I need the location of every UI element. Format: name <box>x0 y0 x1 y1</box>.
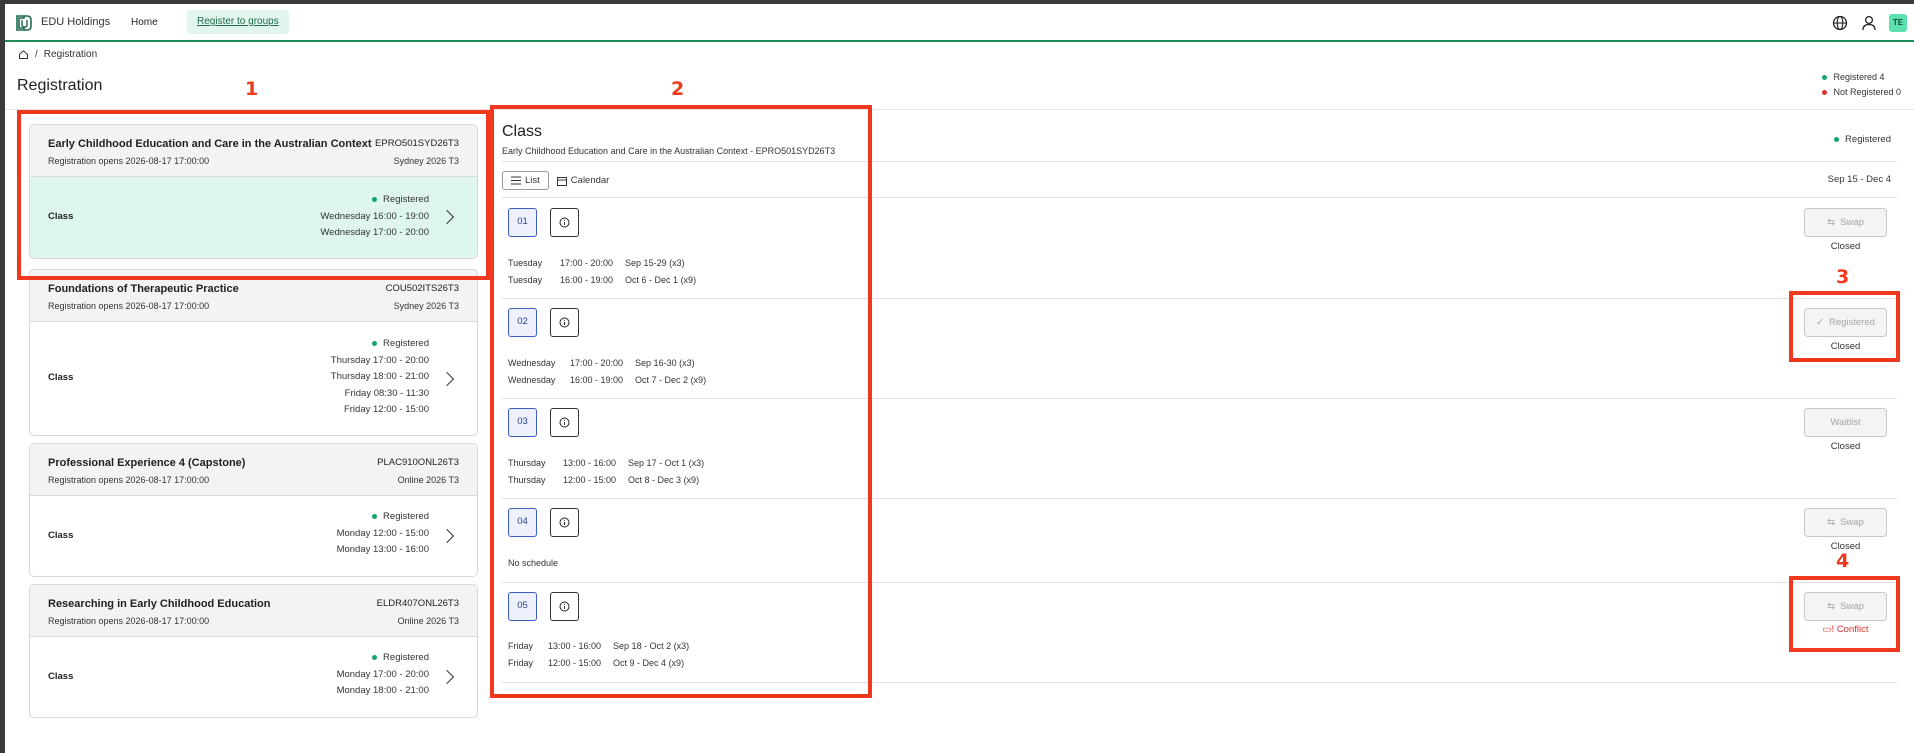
chevron-right-icon[interactable] <box>439 371 455 387</box>
status-dot <box>1822 74 1828 80</box>
status-dot <box>372 514 378 519</box>
class-time: Thursday 18:00 - 21:00 <box>330 371 429 382</box>
breadcrumb-separator: / <box>35 49 38 60</box>
course-card: Professional Experience 4 (Capstone) PLA… <box>29 443 478 577</box>
annotation-box-1 <box>17 110 490 280</box>
brand-name[interactable]: EDU Holdings <box>41 16 110 28</box>
registration-opens: Registration opens 2026-08-17 17:00:00 <box>48 475 210 485</box>
breadcrumb-current: Registration <box>43 49 98 60</box>
swap-icon: ⇆ <box>1827 517 1836 528</box>
class-row[interactable]: Class Registered Monday 17:00 - 20:00 Mo… <box>30 637 477 717</box>
waitlist-button[interactable]: Waitlist <box>1804 408 1887 437</box>
registration-opens: Registration opens 2026-08-17 17:00:00 <box>48 616 210 626</box>
status-dot <box>372 655 378 660</box>
course-term: Sydney 2026 T3 <box>393 301 459 311</box>
course-code: COU502ITS26T3 <box>385 283 459 294</box>
annotation-box-2 <box>490 105 872 698</box>
avatar[interactable]: TE <box>1889 14 1907 32</box>
breadcrumb: / Registration <box>18 49 97 60</box>
course-card-header: Professional Experience 4 (Capstone) PLA… <box>30 444 477 496</box>
registration-opens: Registration opens 2026-08-17 17:00:00 <box>48 301 210 311</box>
group-status-note: Closed <box>1830 241 1861 252</box>
course-term: Online 2026 T3 <box>397 475 459 485</box>
summary-not-registered: Not Registered 0 <box>1822 87 1901 97</box>
annotation-box-4 <box>1789 576 1900 652</box>
swap-button[interactable]: ⇆ Swap <box>1804 508 1887 537</box>
globe-icon[interactable] <box>1831 14 1849 32</box>
class-row[interactable]: Class Registered Thursday 17:00 - 20:00 … <box>30 322 477 435</box>
class-label: Class <box>48 530 74 541</box>
swap-icon: ⇆ <box>1827 217 1836 228</box>
class-panel-status: Registered <box>1834 134 1891 145</box>
class-time: Thursday 17:00 - 20:00 <box>330 354 429 366</box>
course-code: PLAC910ONL26T3 <box>377 457 459 468</box>
course-term: Online 2026 T3 <box>397 616 459 626</box>
annotation-box-3 <box>1789 291 1900 362</box>
status-dot <box>1822 89 1828 95</box>
class-status: Registered Monday 17:00 - 20:00 Monday 1… <box>337 650 429 700</box>
course-card-header: Researching in Early Childhood Education… <box>30 585 477 637</box>
annotation-number: 1 <box>245 78 259 100</box>
course-code: ELDR407ONL26T3 <box>376 598 459 609</box>
class-row[interactable]: Class Registered Monday 12:00 - 15:00 Mo… <box>30 496 477 576</box>
class-status: Registered Monday 12:00 - 15:00 Monday 1… <box>337 509 429 559</box>
status-text: Registered <box>383 511 429 522</box>
home-icon[interactable] <box>18 49 29 60</box>
top-nav-bar: EDU Holdings Home Register to groups TE <box>5 4 1914 42</box>
nav-register-link[interactable]: Register to groups <box>187 10 289 34</box>
chevron-right-icon[interactable] <box>439 528 455 544</box>
annotation-number: 2 <box>671 78 685 100</box>
registration-summary: Registered 4 Not Registered 0 <box>1822 72 1901 102</box>
group-status-note: Closed <box>1830 441 1861 452</box>
status-text: Registered <box>383 652 429 663</box>
user-icon[interactable] <box>1860 14 1878 32</box>
date-range: Sep 15 - Dec 4 <box>1827 174 1891 185</box>
course-name: Professional Experience 4 (Capstone) <box>48 457 246 469</box>
status-text: Registered <box>383 338 429 349</box>
class-status: Registered Thursday 17:00 - 20:00 Thursd… <box>331 336 429 419</box>
nav-home-link[interactable]: Home <box>131 17 158 28</box>
logo-icon[interactable] <box>14 13 34 33</box>
class-label: Class <box>48 372 74 383</box>
course-card: Foundations of Therapeutic Practice COU5… <box>29 269 478 436</box>
class-time: Friday 12:00 - 15:00 <box>343 404 429 415</box>
class-time: Monday 12:00 - 15:00 <box>336 527 429 539</box>
page-title: Registration <box>17 77 103 94</box>
status-dot <box>1834 137 1840 142</box>
course-name: Foundations of Therapeutic Practice <box>48 283 239 295</box>
class-time: Friday 08:30 - 11:30 <box>344 387 429 399</box>
annotation-number: 3 <box>1836 266 1850 288</box>
chevron-right-icon[interactable] <box>439 669 455 685</box>
class-label: Class <box>48 671 74 682</box>
app-window: EDU Holdings Home Register to groups TE … <box>5 4 1914 753</box>
summary-registered: Registered 4 <box>1822 72 1901 82</box>
class-time: Monday 18:00 - 21:00 <box>336 685 429 696</box>
course-card: Researching in Early Childhood Education… <box>29 584 478 718</box>
class-time: Monday 13:00 - 16:00 <box>336 544 429 555</box>
class-time: Monday 17:00 - 20:00 <box>336 668 429 680</box>
course-name: Researching in Early Childhood Education <box>48 598 271 610</box>
swap-button[interactable]: ⇆ Swap <box>1804 208 1887 237</box>
annotation-number: 4 <box>1836 550 1850 572</box>
status-dot <box>372 341 378 346</box>
status-text: Registered <box>1845 134 1891 145</box>
